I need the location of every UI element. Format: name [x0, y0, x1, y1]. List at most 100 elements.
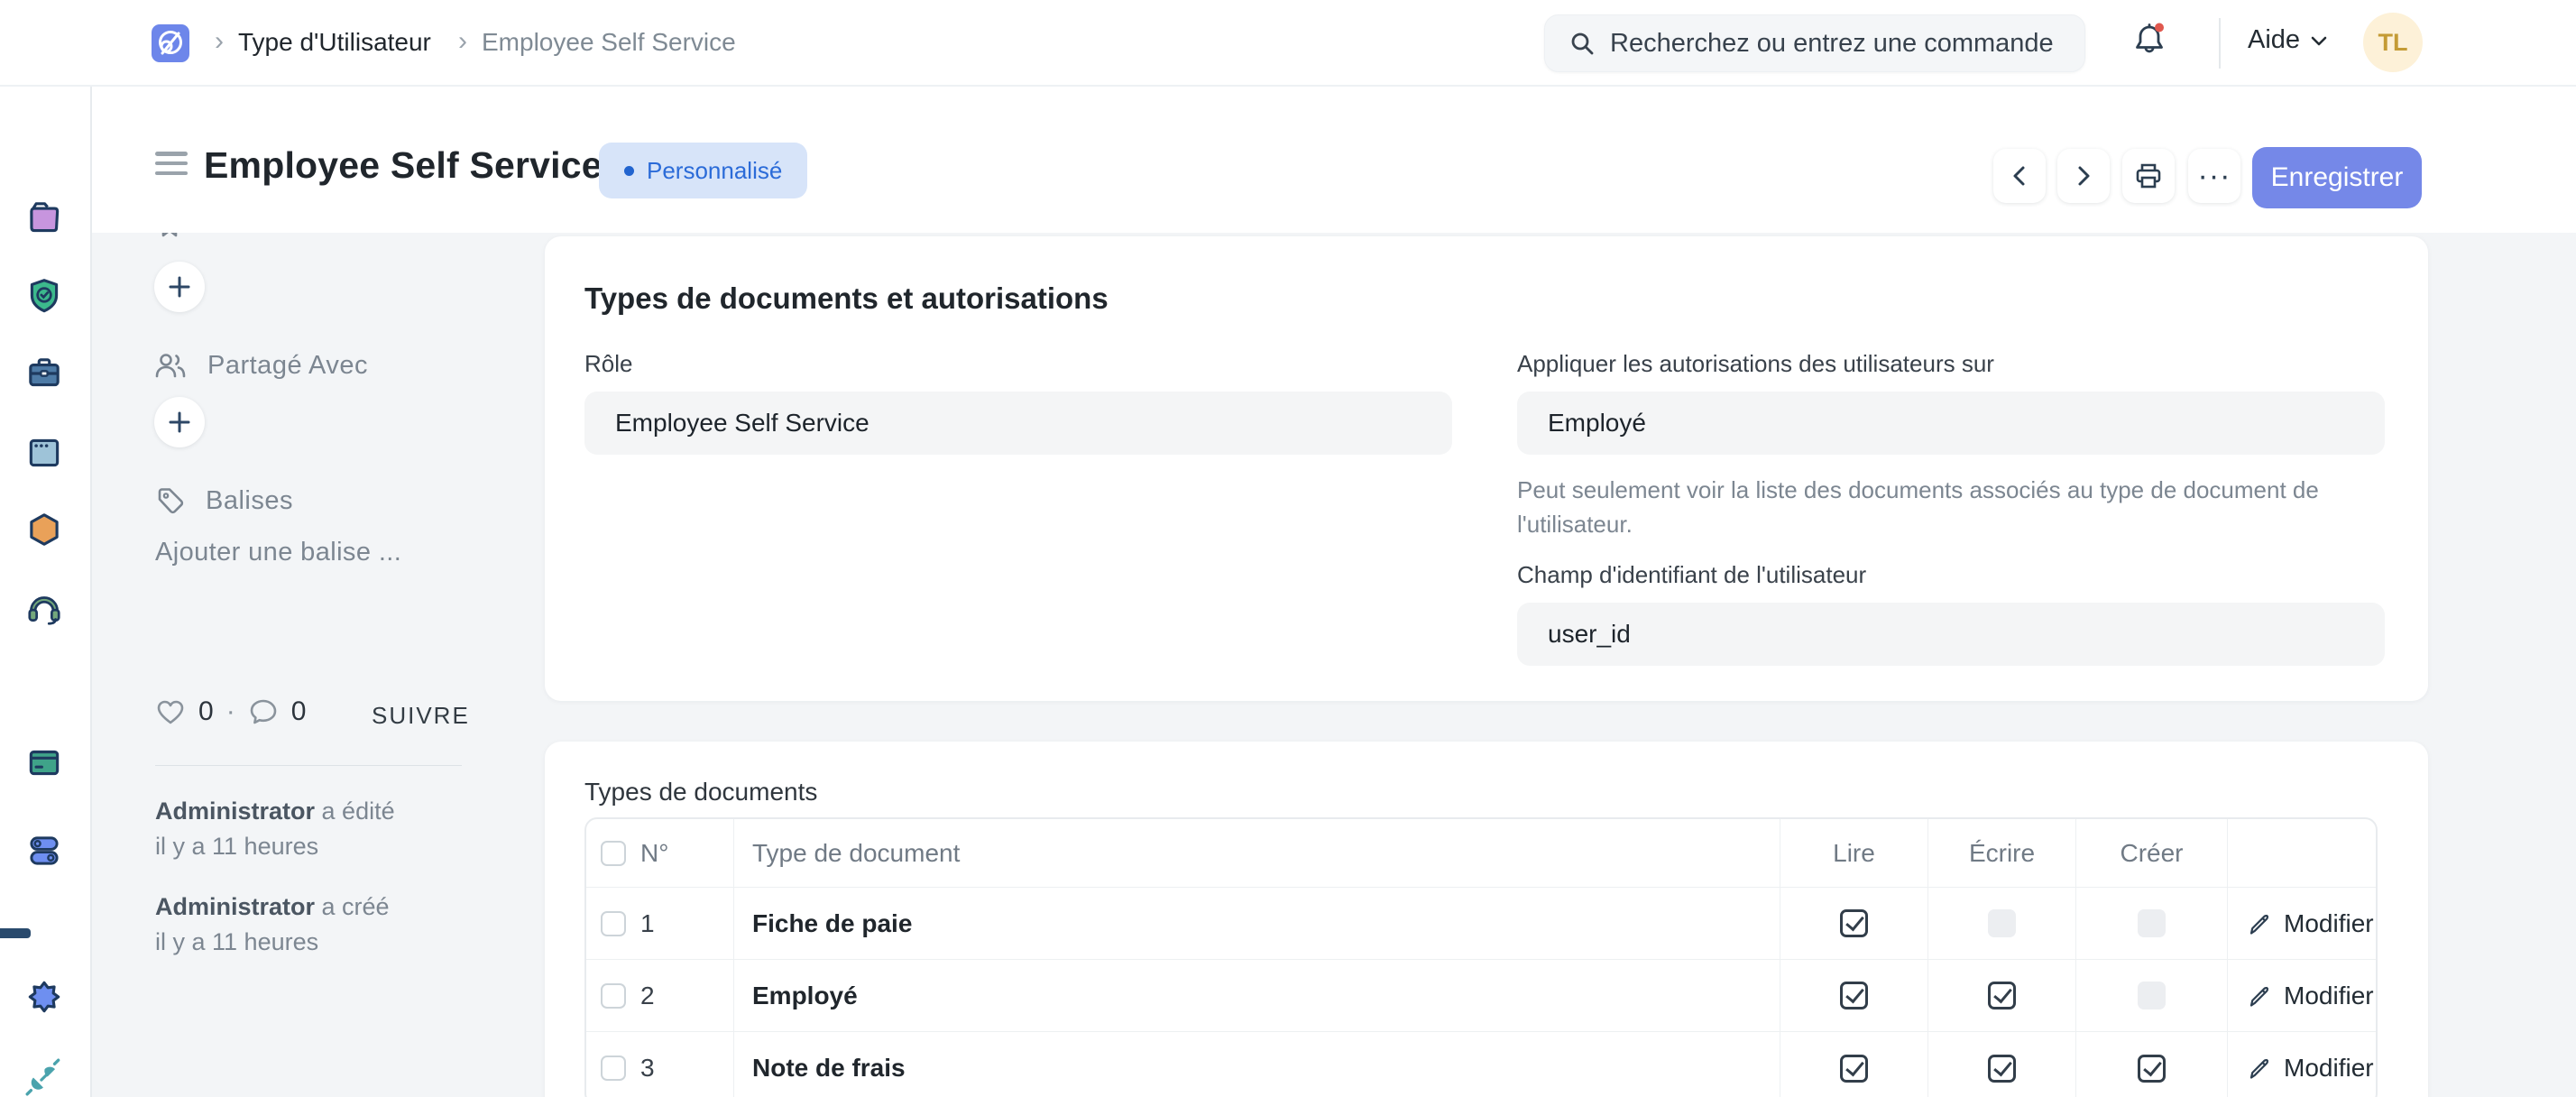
navbar-divider: [2219, 18, 2221, 69]
notifications-button[interactable]: [2130, 20, 2174, 67]
breadcrumb-doctype[interactable]: Type d'Utilisateur: [238, 28, 431, 57]
read-checkbox[interactable]: [1840, 982, 1868, 1009]
create-checkbox[interactable]: [2138, 909, 2166, 937]
add-tag-input[interactable]: Ajouter une balise ...: [155, 538, 401, 567]
user-id-field-value: user_id: [1548, 620, 1631, 649]
more-options-button[interactable]: ···: [2188, 149, 2240, 203]
pencil-icon: [2246, 982, 2273, 1009]
heart-icon[interactable]: [155, 697, 186, 726]
headset-icon[interactable]: [23, 587, 65, 629]
edit-label: Modifier: [2284, 1054, 2374, 1083]
search-icon: [1569, 30, 1596, 57]
permissions-heading: Types de documents et autorisations: [584, 281, 1109, 316]
document-types-table: N° Type de document Lire Écrire Créer 1 …: [584, 817, 2378, 1097]
activity-user: Administrator: [155, 893, 315, 920]
user-id-field-input[interactable]: user_id: [1517, 603, 2385, 666]
create-checkbox[interactable]: [2138, 1055, 2166, 1083]
write-checkbox[interactable]: [1988, 909, 2016, 937]
logo-glyph-icon: [152, 25, 189, 61]
col-number: N°: [640, 839, 668, 868]
edit-row-button[interactable]: Modifier: [2228, 1032, 2376, 1097]
chevron-right-icon: [2072, 162, 2095, 189]
gear-icon[interactable]: [23, 976, 65, 1018]
save-button[interactable]: Enregistrer: [2252, 147, 2422, 208]
write-checkbox[interactable]: [1988, 982, 2016, 1009]
col-create: Créer: [2076, 819, 2228, 887]
card-icon[interactable]: [23, 742, 65, 783]
row-number: 3: [640, 1054, 655, 1083]
create-checkbox[interactable]: [2138, 982, 2166, 1009]
activity-time: il y a 11 heures: [155, 925, 480, 960]
page-title: Employee Self Service: [204, 144, 603, 187]
activity-action: a créé: [315, 893, 390, 920]
sidebar-item-tags[interactable]: Balises: [155, 485, 293, 516]
dot-separator: ·: [226, 696, 235, 727]
app-icon-bar: [0, 87, 92, 1097]
plug-icon[interactable]: [23, 1056, 65, 1097]
print-button[interactable]: [2122, 149, 2175, 203]
breadcrumb-record[interactable]: Employee Self Service: [482, 28, 736, 57]
permissions-card: Types de documents et autorisations Rôle…: [545, 236, 2428, 701]
search-placeholder: Recherchez ou entrez une commande: [1610, 29, 2054, 59]
table-row: 3 Note de frais Modifier: [586, 1032, 2376, 1097]
app-logo[interactable]: [152, 24, 189, 62]
comment-icon[interactable]: [248, 697, 279, 726]
help-dropdown[interactable]: Aide: [2248, 25, 2329, 55]
badge-dot-icon: [624, 166, 634, 176]
next-record-button[interactable]: [2057, 149, 2110, 203]
row-number: 1: [640, 909, 655, 938]
pencil-icon: [2246, 910, 2273, 937]
table-header-row: N° Type de document Lire Écrire Créer: [586, 819, 2376, 888]
apply-on-value: Employé: [1548, 409, 1646, 438]
global-search-input[interactable]: Recherchez ou entrez une commande: [1544, 14, 2085, 72]
row-select-checkbox[interactable]: [601, 983, 626, 1009]
folder-icon[interactable]: [23, 198, 65, 239]
sidebar-toggle-button[interactable]: [155, 152, 188, 175]
hexagon-icon[interactable]: [23, 509, 65, 550]
shield-check-icon[interactable]: [23, 275, 65, 317]
briefcase-icon[interactable]: [23, 353, 65, 394]
edit-row-button[interactable]: Modifier: [2228, 960, 2376, 1031]
role-input[interactable]: Employee Self Service: [584, 392, 1452, 455]
edit-label: Modifier: [2284, 909, 2374, 938]
follow-button[interactable]: SUIVRE: [372, 702, 470, 730]
sidebar-divider: [155, 765, 462, 766]
bell-icon: [2130, 20, 2168, 61]
read-checkbox[interactable]: [1840, 909, 1868, 937]
edit-row-button[interactable]: Modifier: [2228, 888, 2376, 959]
sidebar-item-shared-with[interactable]: Partagé Avec: [153, 350, 368, 381]
browser-window-icon[interactable]: [23, 432, 65, 474]
row-number: 2: [640, 982, 655, 1010]
chevron-down-icon: [2309, 33, 2329, 48]
col-write: Écrire: [1928, 819, 2076, 887]
select-all-checkbox[interactable]: [601, 841, 626, 866]
badge-label: Personnalisé: [647, 157, 782, 185]
col-read: Lire: [1780, 819, 1928, 887]
write-checkbox[interactable]: [1988, 1055, 2016, 1083]
tag-icon: [155, 485, 186, 516]
toggles-icon[interactable]: [23, 830, 65, 871]
page-header: Employee Self Service Personnalisé ··· E…: [92, 87, 2576, 233]
pencil-icon: [2246, 1055, 2273, 1082]
doctype-name[interactable]: Employé: [752, 982, 858, 1010]
row-select-checkbox[interactable]: [601, 1056, 626, 1081]
table-body: 1 Fiche de paie Modifier 2 Employé Modif: [586, 888, 2376, 1097]
user-id-field-label: Champ d'identifiant de l'utilisateur: [1517, 561, 1866, 589]
prev-record-button[interactable]: [1993, 149, 2046, 203]
comments-count: 0: [291, 696, 307, 727]
add-review-button[interactable]: [154, 262, 205, 312]
row-select-checkbox[interactable]: [601, 911, 626, 936]
user-avatar[interactable]: TL: [2363, 13, 2423, 72]
app-window: Revues Partagé Avec Balises Ajouter une …: [0, 0, 2576, 1097]
active-app-marker: [0, 928, 31, 938]
likes-count: 0: [198, 696, 214, 727]
doctype-name[interactable]: Note de frais: [752, 1054, 906, 1083]
doctype-name[interactable]: Fiche de paie: [752, 909, 912, 938]
apply-on-input[interactable]: Employé: [1517, 392, 2385, 455]
activity-time: il y a 11 heures: [155, 829, 480, 864]
role-label: Rôle: [584, 350, 632, 378]
activity-entry: Administrator a créé il y a 11 heures: [155, 890, 480, 960]
role-value: Employee Self Service: [615, 409, 869, 438]
read-checkbox[interactable]: [1840, 1055, 1868, 1083]
add-share-button[interactable]: [154, 397, 205, 447]
